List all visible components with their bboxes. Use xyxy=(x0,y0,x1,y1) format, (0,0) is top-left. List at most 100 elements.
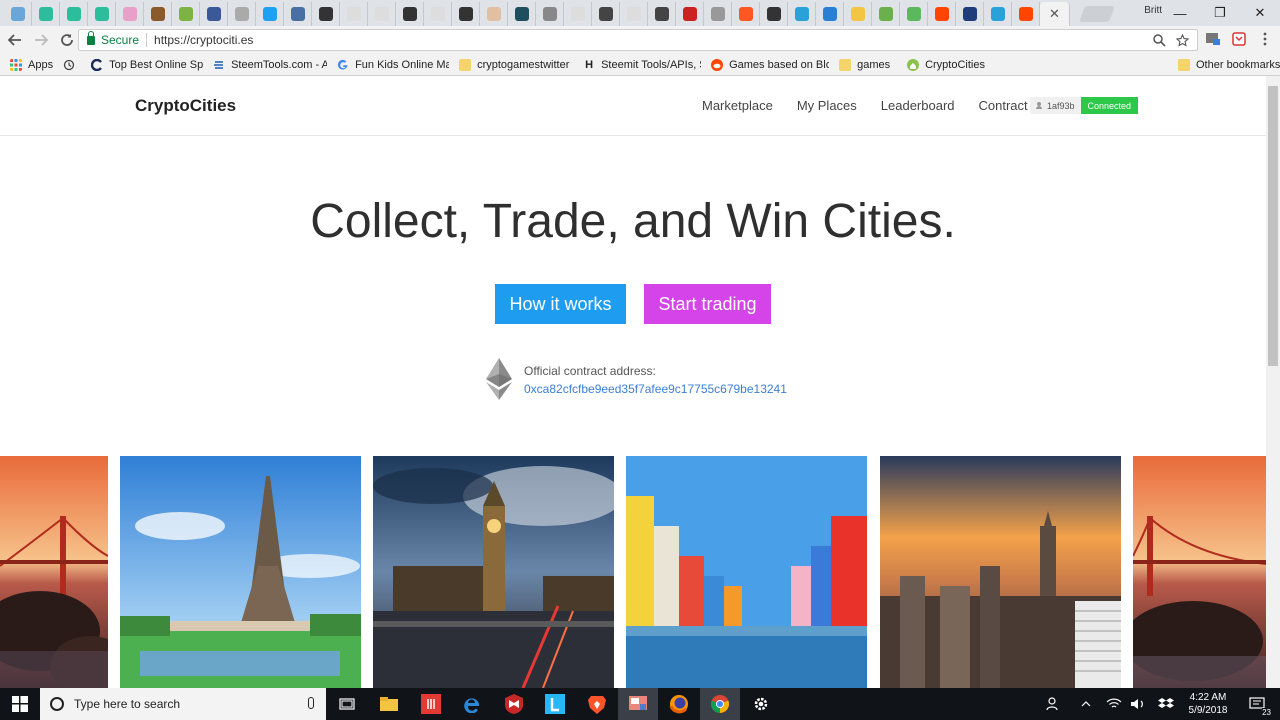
forward-button[interactable] xyxy=(30,29,52,51)
start-button[interactable] xyxy=(0,688,40,720)
close-tab-icon[interactable]: ✕ xyxy=(1049,6,1060,22)
city-photo-london[interactable] xyxy=(373,456,614,688)
browser-tab[interactable] xyxy=(760,2,788,26)
menu-icon[interactable] xyxy=(1256,30,1274,48)
browser-tab[interactable] xyxy=(788,2,816,26)
browser-tab[interactable] xyxy=(844,2,872,26)
bookmark-fun-kids[interactable]: Fun Kids Online Mat xyxy=(337,59,449,71)
browser-tab[interactable] xyxy=(480,2,508,26)
close-window-button[interactable]: ✕ xyxy=(1240,0,1280,26)
mcafee-icon[interactable] xyxy=(494,688,534,720)
browser-tab[interactable] xyxy=(396,2,424,26)
pocket-extension-icon[interactable] xyxy=(1230,30,1248,48)
chrome-icon[interactable] xyxy=(700,688,740,720)
nav-contract[interactable]: Contract xyxy=(979,98,1028,113)
nav-leaderboard[interactable]: Leaderboard xyxy=(881,98,955,113)
minimize-button[interactable]: — xyxy=(1160,0,1200,26)
firefox-icon[interactable] xyxy=(659,688,699,720)
active-app-icon[interactable] xyxy=(618,688,658,720)
browser-tab[interactable] xyxy=(340,2,368,26)
url-text[interactable]: https://cryptociti.es xyxy=(154,33,253,47)
bookmark-star-icon[interactable] xyxy=(1176,33,1189,47)
browser-tab[interactable] xyxy=(956,2,984,26)
extension-icon[interactable] xyxy=(1204,30,1222,48)
settings-gear-icon[interactable] xyxy=(741,688,781,720)
browser-tab[interactable] xyxy=(1012,2,1040,26)
city-photo-san-francisco[interactable] xyxy=(0,456,108,688)
dropbox-icon[interactable] xyxy=(1156,688,1176,720)
browser-tab[interactable] xyxy=(816,2,844,26)
browser-tab[interactable] xyxy=(984,2,1012,26)
city-photo-burano[interactable] xyxy=(626,456,867,688)
browser-tab[interactable] xyxy=(648,2,676,26)
page-scrollbar[interactable] xyxy=(1266,76,1280,688)
bookmark-top-best[interactable]: Top Best Online Spo xyxy=(91,58,203,71)
edge-browser-icon[interactable] xyxy=(452,688,492,720)
start-trading-button[interactable]: Start trading xyxy=(644,284,771,324)
bookmark-games[interactable]: games xyxy=(839,58,897,71)
browser-tab[interactable] xyxy=(4,2,32,26)
bookmark-cryptogamestwitter[interactable]: cryptogamestwitter xyxy=(459,58,573,71)
bookmark-steemit-tools[interactable]: H Steemit Tools/APIs, S xyxy=(583,59,701,71)
browser-tab[interactable] xyxy=(32,2,60,26)
browser-tab[interactable] xyxy=(200,2,228,26)
other-bookmarks[interactable]: Other bookmarks xyxy=(1178,58,1280,71)
nav-marketplace[interactable]: Marketplace xyxy=(702,98,773,113)
browser-tab[interactable] xyxy=(172,2,200,26)
taskbar-search[interactable]: Type here to search xyxy=(40,688,326,720)
red-app-icon[interactable] xyxy=(411,688,451,720)
browser-tab[interactable] xyxy=(144,2,172,26)
back-button[interactable] xyxy=(4,29,26,51)
bookmark-history[interactable] xyxy=(63,59,81,71)
browser-tab[interactable] xyxy=(312,2,340,26)
file-explorer-icon[interactable] xyxy=(369,688,409,720)
active-browser-tab[interactable]: ✕ xyxy=(1040,2,1070,26)
bookmark-steemtools[interactable]: SteemTools.com - A xyxy=(213,59,327,71)
zoom-search-icon[interactable] xyxy=(1153,33,1166,47)
wifi-icon[interactable] xyxy=(1104,688,1124,720)
city-photo-paris[interactable] xyxy=(120,456,361,688)
restore-button[interactable]: ❐ xyxy=(1200,0,1240,26)
browser-tab[interactable] xyxy=(508,2,536,26)
task-view-icon[interactable] xyxy=(327,688,367,720)
browser-tab[interactable] xyxy=(704,2,732,26)
browser-tab[interactable] xyxy=(60,2,88,26)
browser-tab[interactable] xyxy=(88,2,116,26)
browser-tab[interactable] xyxy=(564,2,592,26)
site-brand[interactable]: CryptoCities xyxy=(135,96,236,116)
browser-tab[interactable] xyxy=(872,2,900,26)
people-icon[interactable] xyxy=(1044,688,1064,720)
contract-address-link[interactable]: 0xca82cfcfbe9eed35f7afee9c17755c679be132… xyxy=(524,382,787,396)
brave-browser-icon[interactable] xyxy=(577,688,617,720)
city-photo-new-york[interactable] xyxy=(880,456,1121,688)
browser-tab[interactable] xyxy=(676,2,704,26)
scrollbar-thumb[interactable] xyxy=(1268,86,1278,366)
system-clock[interactable]: 4:22 AM 5/9/2018 xyxy=(1184,691,1232,717)
browser-tab[interactable] xyxy=(368,2,396,26)
browser-tab[interactable] xyxy=(452,2,480,26)
city-photo-san-francisco-2[interactable] xyxy=(1133,456,1266,688)
new-tab-button[interactable] xyxy=(1079,6,1115,22)
city-photo-carousel[interactable] xyxy=(0,456,1266,688)
browser-tab[interactable] xyxy=(116,2,144,26)
browser-tab[interactable] xyxy=(424,2,452,26)
how-it-works-button[interactable]: How it works xyxy=(495,284,626,324)
nav-my-places[interactable]: My Places xyxy=(797,98,857,113)
account-widget[interactable]: 1af93b Connected xyxy=(1030,97,1139,114)
bookmark-cryptocities[interactable]: CryptoCities xyxy=(907,58,997,71)
notifications-icon[interactable]: 23 xyxy=(1240,688,1274,720)
microphone-icon[interactable] xyxy=(308,697,314,709)
browser-tab[interactable] xyxy=(620,2,648,26)
browser-tab[interactable] xyxy=(900,2,928,26)
l-app-icon[interactable] xyxy=(535,688,575,720)
bookmark-apps[interactable]: Apps xyxy=(10,58,53,71)
address-bar[interactable]: Secure https://cryptociti.es xyxy=(78,29,1198,51)
browser-tab[interactable] xyxy=(928,2,956,26)
browser-tab[interactable] xyxy=(284,2,312,26)
browser-tab[interactable] xyxy=(228,2,256,26)
browser-tab[interactable] xyxy=(732,2,760,26)
reload-button[interactable] xyxy=(56,29,78,51)
browser-tab[interactable] xyxy=(592,2,620,26)
chevron-up-icon[interactable] xyxy=(1078,688,1094,720)
browser-tab[interactable] xyxy=(536,2,564,26)
